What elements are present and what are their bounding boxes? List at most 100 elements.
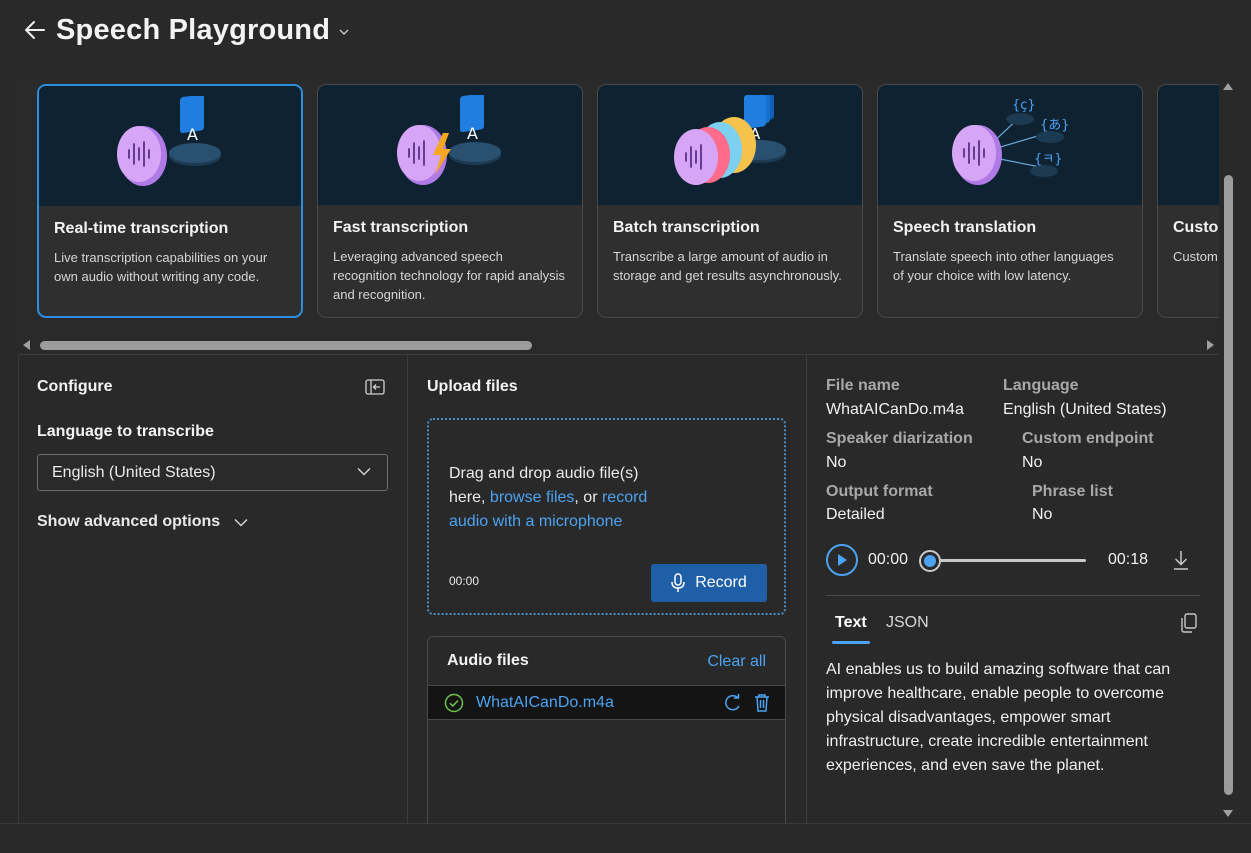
card-title: Fast transcription: [333, 219, 469, 236]
audio-file-name-link[interactable]: WhatAICanDo.m4a: [476, 694, 614, 712]
mic-lightning-to-text-icon: A: [397, 95, 501, 185]
tab-json[interactable]: JSON: [886, 614, 929, 632]
configure-title: Configure: [37, 378, 113, 395]
results-panel: File name WhatAICanDo.m4a Language Engli…: [807, 355, 1220, 823]
rerun-icon[interactable]: [723, 693, 743, 713]
phrase-list-value: No: [1032, 506, 1053, 523]
microphone-icon: [671, 573, 685, 592]
chevron-down-icon: [234, 518, 248, 527]
speaker-diarization-label: Speaker diarization: [826, 430, 973, 447]
delete-trash-icon[interactable]: [753, 693, 771, 713]
drop-text-part: , or: [574, 489, 602, 506]
page-header: Speech Playground: [0, 0, 1251, 60]
output-format-value: Detailed: [826, 506, 885, 523]
scroll-left-arrow-icon[interactable]: [23, 340, 30, 350]
custom-endpoint-label: Custom endpoint: [1022, 430, 1154, 447]
chevron-down-icon: [339, 29, 349, 35]
cards-horizontal-scrollbar[interactable]: [18, 337, 1219, 353]
scenario-card-speech-translation[interactable]: {ç} {あ} {ㅋ} Speech translation Translate…: [877, 84, 1143, 318]
language-dropdown[interactable]: English (United States): [37, 454, 388, 491]
current-time: 00:00: [868, 551, 909, 568]
copy-icon[interactable]: [1180, 613, 1198, 633]
speech-translation-art: {ç} {あ} {ㅋ}: [878, 85, 1142, 205]
download-icon[interactable]: [1172, 550, 1190, 570]
scenario-card-realtime-transcription[interactable]: A Real-time transcription Live transcrip…: [37, 84, 303, 318]
fast-transcription-art: A: [318, 85, 582, 205]
file-name-label: File name: [826, 377, 900, 394]
configure-panel: Configure Language to transcribe English…: [18, 355, 408, 823]
mic-to-text-icon: A: [117, 96, 221, 186]
card-title: Batch transcription: [613, 219, 760, 236]
back-button[interactable]: [22, 17, 48, 43]
scenario-card-batch-transcription[interactable]: A Batch transcription Transcribe a large…: [597, 84, 863, 318]
scenario-cards-row: A Real-time transcription Live transcrip…: [37, 84, 1219, 318]
svg-text:A: A: [467, 124, 478, 143]
show-advanced-options-toggle[interactable]: Show advanced options: [37, 513, 248, 531]
audio-player: 00:00 00:18: [826, 544, 1196, 578]
speaker-diarization-value: No: [826, 454, 847, 471]
seek-thumb[interactable]: [919, 550, 941, 572]
audio-files-list: Audio files Clear all WhatAICanDo.m4a: [427, 636, 786, 836]
language-label: Language to transcribe: [37, 423, 214, 440]
bottom-bar: [0, 823, 1251, 853]
scroll-down-arrow-icon[interactable]: [1223, 810, 1233, 817]
svg-text:{ㅋ}: {ㅋ}: [1034, 152, 1063, 167]
scenario-card-custom[interactable]: Custom Custom data to styles, w: [1157, 84, 1219, 318]
speech-playground-page: Speech Playground A Real-time transcript…: [0, 0, 1251, 853]
tab-text[interactable]: Text: [835, 614, 867, 632]
file-row-actions: [723, 693, 771, 713]
card-description: Transcribe a large amount of audio in st…: [613, 249, 842, 283]
card-title: Real-time transcription: [54, 220, 229, 237]
record-button-label: Record: [695, 574, 747, 591]
active-tab-indicator: [832, 641, 870, 644]
transcript-text: AI enables us to build amazing software …: [826, 661, 1171, 774]
collapse-panel-button[interactable]: [365, 379, 385, 395]
dropzone-instructions: Drag and drop audio file(s) here, browse…: [449, 462, 679, 534]
scrollbar-thumb[interactable]: [1224, 175, 1233, 795]
list-item[interactable]: WhatAICanDo.m4a: [428, 685, 785, 720]
check-circle-icon: [444, 693, 464, 712]
page-title: Speech Playground: [56, 13, 331, 46]
upload-panel: Upload files Drag and drop audio file(s)…: [408, 355, 807, 836]
mic-to-languages-icon: {ç} {あ} {ㅋ}: [952, 98, 1070, 185]
play-icon: [838, 554, 847, 566]
output-format-label: Output format: [826, 483, 933, 500]
language-dropdown-value: English (United States): [52, 463, 216, 481]
batch-transcription-art: A: [598, 85, 862, 205]
scroll-up-arrow-icon[interactable]: [1223, 83, 1233, 90]
back-arrow-icon: [25, 21, 45, 39]
upload-title: Upload files: [427, 378, 518, 395]
custom-art: [1158, 85, 1219, 205]
record-button[interactable]: Record: [651, 564, 767, 602]
advanced-options-label: Show advanced options: [37, 513, 221, 530]
card-description: Leveraging advanced speech recognition t…: [333, 249, 565, 302]
title-dropdown-button[interactable]: [338, 26, 350, 38]
seek-bar[interactable]: [930, 559, 1086, 562]
realtime-transcription-art: A: [39, 86, 301, 206]
custom-endpoint-value: No: [1022, 454, 1043, 471]
total-time: 00:18: [1108, 551, 1149, 568]
card-description: Translate speech into other languages of…: [893, 249, 1114, 283]
svg-text:A: A: [187, 125, 198, 144]
stacked-mics-to-text-icon: A: [674, 95, 786, 185]
browse-files-link[interactable]: browse files: [490, 489, 574, 506]
page-vertical-scrollbar[interactable]: [1220, 75, 1236, 823]
scenario-carousel: A Real-time transcription Live transcrip…: [18, 75, 1219, 355]
play-button[interactable]: [826, 544, 858, 576]
phrase-list-label: Phrase list: [1032, 483, 1113, 500]
svg-text:{あ}: {あ}: [1040, 118, 1070, 133]
audio-dropzone[interactable]: Drag and drop audio file(s) here, browse…: [427, 418, 786, 615]
clear-all-link[interactable]: Clear all: [707, 653, 766, 671]
card-title: Speech translation: [893, 219, 1037, 236]
card-description: Live transcription capabilities on your …: [54, 250, 268, 284]
card-title: Custom: [1173, 219, 1219, 236]
scenario-card-fast-transcription[interactable]: A Fast transcription Leveraging advanced…: [317, 84, 583, 318]
scrollbar-thumb[interactable]: [40, 341, 532, 350]
collapse-panel-icon: [365, 379, 385, 395]
scroll-right-arrow-icon[interactable]: [1207, 340, 1214, 350]
audio-files-title: Audio files: [447, 652, 529, 669]
card-description: Custom data to styles, w: [1173, 249, 1219, 264]
divider: [826, 595, 1200, 596]
language-value: English (United States): [1003, 401, 1167, 418]
language-label: Language: [1003, 377, 1079, 394]
